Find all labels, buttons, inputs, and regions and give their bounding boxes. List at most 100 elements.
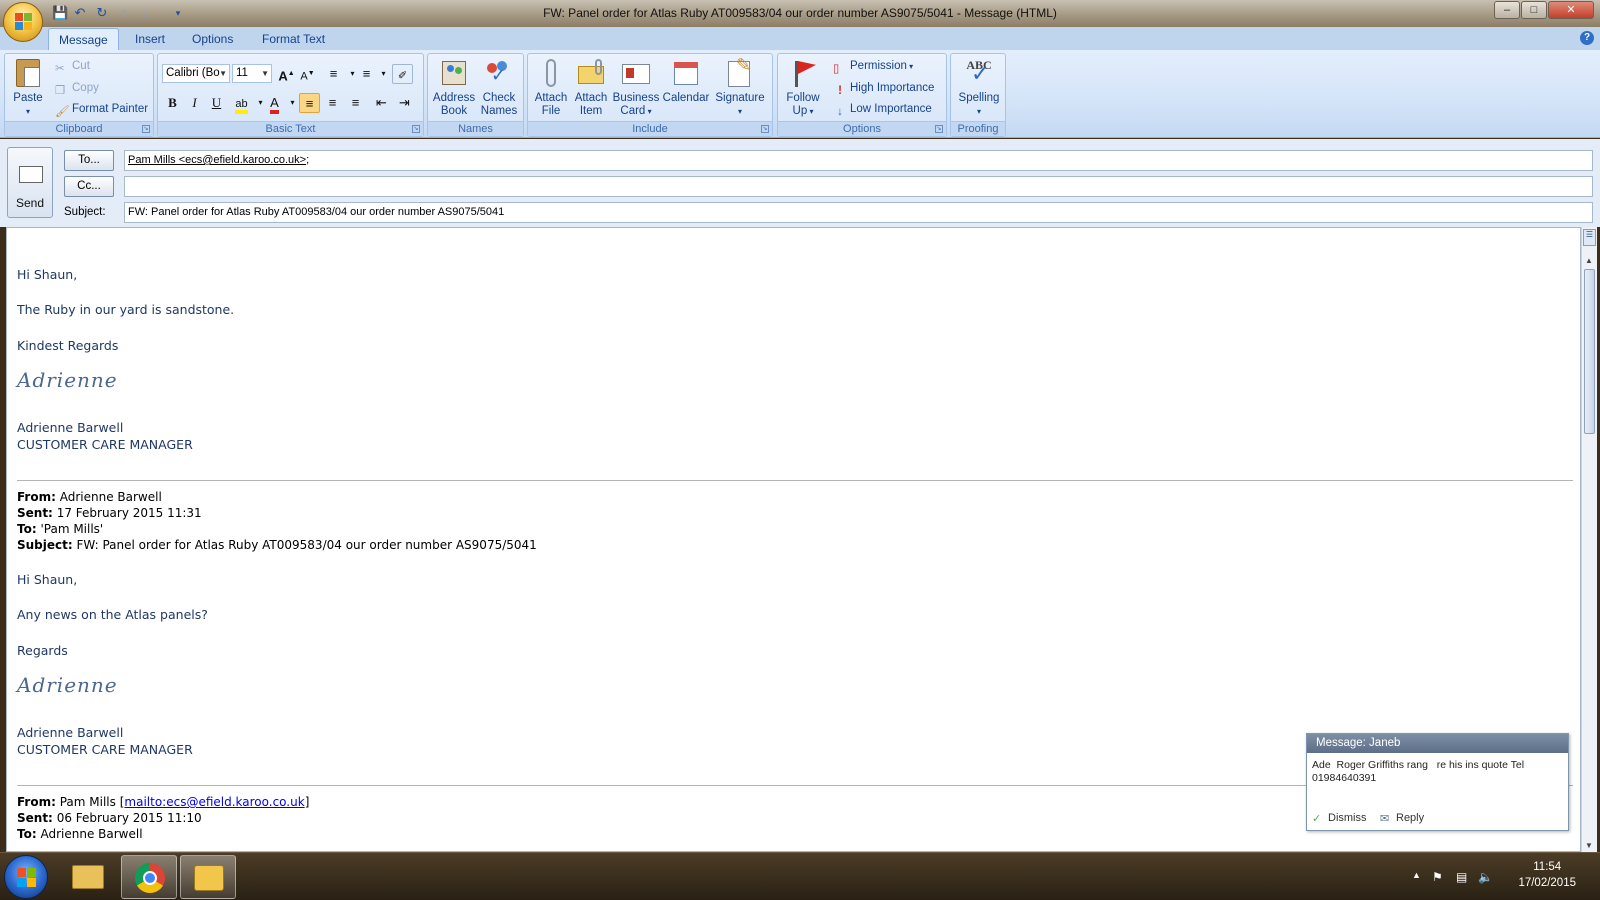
format-painter-button[interactable]: 🖌 Format Painter — [55, 100, 148, 118]
align-left-button[interactable]: ≡ — [299, 93, 320, 113]
attach-item-label-2: Item — [579, 105, 603, 117]
show-hidden-icons-icon[interactable]: ▲ — [1412, 870, 1421, 880]
tab-format-text[interactable]: Format Text — [252, 28, 335, 50]
close-button[interactable]: ✕ — [1548, 1, 1594, 19]
align-center-button[interactable]: ≡ — [322, 93, 343, 113]
message-header: Send To... Pam Mills <ecs@efield.karoo.c… — [0, 139, 1600, 227]
highlight-button[interactable]: ab — [231, 93, 252, 114]
title-bar: 💾 ↶ ↻ ↑ ↓ ▾ FW: Panel order for Atlas Ru… — [0, 0, 1600, 42]
low-importance-button[interactable]: ↓ Low Importance — [833, 100, 932, 118]
align-left-icon: ≡ — [305, 96, 314, 111]
high-importance-button[interactable]: ! High Importance — [833, 79, 934, 97]
send-button[interactable]: Send — [7, 147, 53, 218]
body-line: The Ruby in our yard is sandstone. — [17, 302, 235, 317]
to-value: Adrienne Barwell — [40, 827, 143, 841]
include-group: Attach File Attach Item Business Card ▾ — [527, 53, 773, 137]
paste-icon — [12, 57, 44, 89]
clock[interactable]: 11:54 17/02/2015 — [1518, 859, 1576, 891]
numbering-dropdown-icon[interactable]: ▾ — [373, 64, 394, 84]
font-name-value: Calibri (Bo — [166, 67, 220, 79]
tab-insert[interactable]: Insert — [125, 28, 175, 50]
to-field[interactable]: Pam Mills <ecs@efield.karoo.co.uk>; — [124, 150, 1593, 171]
help-icon[interactable]: ? — [1580, 31, 1594, 45]
include-launcher-icon[interactable]: ↘ — [761, 125, 769, 133]
maximize-button[interactable]: □ — [1521, 1, 1547, 19]
bullets-button[interactable]: ≡ — [323, 64, 344, 84]
basic-text-launcher-icon[interactable]: ↘ — [412, 125, 420, 133]
check-names-button[interactable]: ✓ Check Names — [478, 57, 520, 118]
paste-button[interactable]: Paste ▾ — [10, 57, 46, 118]
underline-button[interactable]: U — [206, 93, 227, 113]
exclamation-icon: ! — [838, 85, 842, 97]
to-separator: ; — [306, 154, 310, 166]
decrease-indent-button[interactable]: ⇤ — [371, 93, 392, 113]
action-center-flag-icon[interactable]: ⚑ — [1432, 870, 1443, 884]
reply-icon: ✉ — [1380, 813, 1390, 825]
cc-field[interactable] — [124, 176, 1593, 197]
start-button[interactable] — [4, 855, 48, 899]
to-button[interactable]: To... — [64, 150, 114, 171]
copy-label: Copy — [72, 82, 99, 94]
minimize-button[interactable]: – — [1494, 1, 1520, 19]
permission-button[interactable]: ▯ Permission ▾ — [833, 57, 913, 75]
spelling-button[interactable]: ABC ✓ Spelling ▾ — [955, 57, 1003, 118]
scroll-thumb[interactable] — [1584, 269, 1595, 434]
mailto-link[interactable]: mailto:ecs@efield.karoo.co.uk — [124, 795, 304, 809]
from-label: From: — [17, 490, 56, 504]
file-explorer-taskbar-button[interactable] — [60, 855, 116, 899]
dismiss-button[interactable]: ✓ Dismiss — [1312, 812, 1367, 825]
forward-sent: Sent: 06 February 2015 11:10 — [17, 811, 202, 825]
business-card-button[interactable]: Business Card ▾ — [612, 57, 660, 118]
cc-button[interactable]: Cc... — [64, 176, 114, 197]
vertical-scrollbar[interactable]: ☰ ▲ ▼ — [1581, 227, 1597, 852]
alert-text[interactable]: Ade Roger Griffiths rang re his ins quot… — [1312, 759, 1562, 785]
outlook-taskbar-button[interactable] — [180, 855, 236, 899]
attach-file-button[interactable]: Attach File — [532, 57, 570, 118]
network-icon[interactable]: ▤ — [1456, 870, 1467, 884]
clipboard-launcher-icon[interactable]: ↘ — [142, 125, 150, 133]
copy-button[interactable]: ❐ Copy — [55, 79, 99, 97]
bold-button[interactable]: B — [162, 93, 183, 113]
increase-indent-button[interactable]: ⇥ — [394, 93, 415, 113]
options-launcher-icon[interactable]: ↘ — [935, 125, 943, 133]
forward-to: To: Adrienne Barwell — [17, 827, 143, 841]
follow-up-label-1: Follow — [786, 92, 820, 104]
follow-up-button[interactable]: Follow Up ▾ — [783, 57, 823, 118]
font-name-select[interactable]: Calibri (Bo ▼ — [162, 64, 230, 83]
send-envelope-icon — [19, 166, 43, 183]
scroll-up-icon[interactable]: ▲ — [1585, 256, 1593, 265]
styles-button[interactable]: ✐ — [392, 64, 413, 84]
cut-button[interactable]: ✂ Cut — [55, 57, 90, 75]
office-button[interactable] — [3, 2, 43, 42]
forward-subject: Subject: FW: Panel order for Atlas Ruby … — [17, 538, 537, 552]
attach-item-button[interactable]: Attach Item — [572, 57, 610, 118]
chrome-taskbar-button[interactable] — [121, 855, 177, 899]
ruler-toggle-icon[interactable]: ☰ — [1583, 229, 1596, 246]
grow-font-button[interactable]: A▲ — [276, 64, 297, 84]
sent-label: Sent: — [17, 811, 53, 825]
paintbrush-icon: 🖌 — [55, 106, 70, 118]
calendar-button[interactable]: Calendar — [661, 57, 711, 105]
reply-button[interactable]: ✉ Reply — [1380, 812, 1424, 825]
signature-icon: ✎ — [724, 56, 756, 89]
spell-check-icon: ABC ✓ — [963, 57, 995, 89]
volume-icon[interactable]: 🔈 — [1478, 870, 1493, 884]
align-right-button[interactable]: ≡ — [345, 93, 366, 113]
font-size-select[interactable]: 11 ▼ — [232, 64, 272, 83]
basic-text-group-label: Basic Text — [158, 121, 423, 136]
styles-icon: ✐ — [397, 70, 408, 82]
shrink-font-button[interactable]: A▼ — [297, 64, 318, 84]
scroll-down-icon[interactable]: ▼ — [1585, 841, 1593, 850]
tab-options[interactable]: Options — [182, 28, 243, 50]
paperclip-icon — [535, 57, 567, 89]
down-arrow-icon: ↓ — [837, 106, 843, 118]
signature-button[interactable]: ✎ Signature ▾ — [712, 56, 768, 118]
address-book-button[interactable]: Address Book — [432, 57, 476, 118]
tab-message[interactable]: Message — [48, 28, 119, 50]
desktop-alert[interactable]: Message: Janeb Ade Roger Griffiths rang … — [1306, 733, 1569, 831]
italic-button[interactable]: I — [184, 93, 205, 113]
signature-name: Adrienne Barwell — [17, 420, 124, 435]
to-recipient[interactable]: Pam Mills <ecs@efield.karoo.co.uk> — [128, 154, 306, 166]
subject-field[interactable]: FW: Panel order for Atlas Ruby AT009583/… — [124, 202, 1593, 223]
copy-icon: ❐ — [55, 85, 66, 97]
